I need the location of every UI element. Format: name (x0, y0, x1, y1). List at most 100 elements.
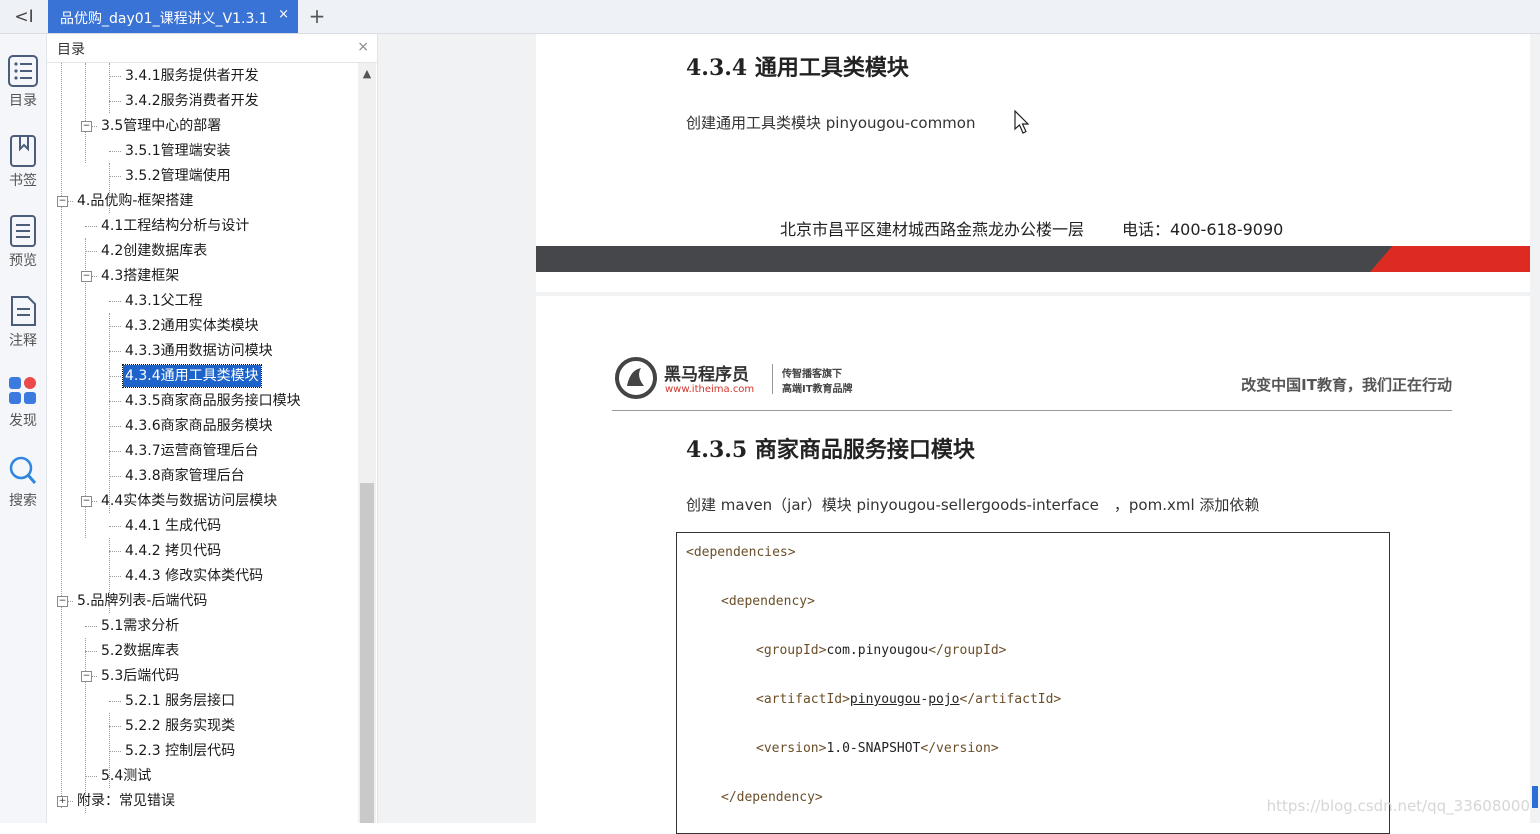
close-outline-icon[interactable]: × (357, 39, 369, 55)
tree-connector (109, 526, 121, 527)
tree-guide (85, 238, 86, 538)
footer-phone: 电话：400-618-9090 (1122, 220, 1284, 239)
outline-item[interactable]: 5.4测试 (99, 765, 153, 787)
rail-bookmark[interactable]: 书签 (0, 134, 46, 204)
scroll-up-icon[interactable]: ▲ (358, 67, 376, 83)
tree-connector (109, 76, 121, 77)
itheima-logo-icon (615, 357, 657, 399)
outline-item[interactable]: 5.2.3 控制层代码 (123, 740, 237, 762)
outline-item[interactable]: 4.2创建数据库表 (99, 240, 209, 262)
rail-search[interactable]: 搜索 (0, 454, 46, 524)
collapse-sidebar-button[interactable]: <I (8, 4, 40, 30)
preview-icon (10, 215, 36, 247)
outline-item[interactable]: 4.品优购-框架搭建 (75, 190, 195, 212)
rail-label-preview: 预览 (9, 253, 37, 269)
outline-item[interactable]: 4.3.2通用实体类模块 (123, 315, 261, 337)
side-rail: 目录 书签 预览 注释 发现 搜索 (0, 34, 47, 823)
collapse-icon[interactable]: − (81, 671, 92, 682)
tree-connector (109, 751, 121, 752)
outline-item[interactable]: 4.3.4通用工具类模块 (122, 364, 262, 388)
outline-item[interactable]: 4.3.3通用数据访问模块 (123, 340, 275, 362)
rail-discover[interactable]: 发现 (0, 374, 46, 444)
document-viewer[interactable]: 4.3.4 通用工具类模块 创建通用工具类模块 pinyougou-common… (378, 34, 1540, 834)
outline-item[interactable]: 3.5.2管理端使用 (123, 165, 233, 187)
code-line: <groupId>com.pinyougou</groupId> (756, 643, 1007, 658)
outline-item[interactable]: 4.3.5商家商品服务接口模块 (123, 390, 303, 412)
outline-item[interactable]: 4.4.1 生成代码 (123, 515, 223, 537)
outline-item[interactable]: 4.3搭建框架 (99, 265, 181, 287)
outline-item[interactable]: 3.5管理中心的部署 (99, 115, 223, 137)
section-heading: 4.3.5 商家商品服务接口模块 (686, 437, 975, 463)
rail-toc[interactable]: 目录 (0, 54, 46, 124)
outline-item[interactable]: 5.3后端代码 (99, 665, 181, 687)
outline-item[interactable]: 3.4.1服务提供者开发 (123, 65, 261, 87)
outline-item[interactable]: 5.2.1 服务层接口 (123, 690, 237, 712)
bookmark-icon (10, 135, 36, 167)
collapse-icon[interactable]: − (81, 496, 92, 507)
document-page: 黑马程序员 www.itheima.com 传智播客旗下 高端IT教育品牌 改变… (536, 296, 1530, 834)
outline-item[interactable]: 4.3.6商家商品服务模块 (123, 415, 275, 437)
tree-connector (109, 551, 121, 552)
outline-tree: 3.4.1服务提供者开发 3.4.2服务消费者开发 3.5管理中心的部署 −3.5.1… (47, 63, 357, 823)
tree-connector (109, 176, 121, 177)
code-line: </dependency> (721, 790, 823, 805)
mouse-cursor-icon (1014, 110, 1030, 134)
collapse-icon[interactable]: − (81, 271, 92, 282)
outline-item[interactable]: 附录：常见错误 (75, 790, 177, 812)
scroll-thumb[interactable] (360, 483, 374, 823)
code-line: <artifactId>pinyougou-pojo</artifactId> (756, 692, 1062, 707)
code-block: <dependencies> <dependency> <groupId>com… (676, 532, 1390, 834)
collapse-icon[interactable]: − (57, 196, 68, 207)
tree-connector (85, 776, 97, 777)
tree-connector (109, 401, 121, 402)
code-line: <dependency> (721, 594, 815, 609)
brand-divider (772, 364, 773, 394)
outline-item[interactable]: 4.1工程结构分析与设计 (99, 215, 251, 237)
tree-connector (85, 651, 97, 652)
rail-preview[interactable]: 预览 (0, 214, 46, 284)
outline-item[interactable]: 4.3.1父工程 (123, 290, 205, 312)
discover-icon (9, 377, 36, 404)
outline-item[interactable]: 3.5.1管理端安装 (123, 140, 233, 162)
collapse-icon[interactable]: − (81, 121, 92, 132)
brand-subtitle: 传智播客旗下 (782, 369, 842, 380)
document-page: 4.3.4 通用工具类模块 创建通用工具类模块 pinyougou-common… (536, 34, 1530, 292)
annotation-icon (11, 296, 36, 326)
outline-item[interactable]: 5.品牌列表-后端代码 (75, 590, 209, 612)
rail-label-bookmark: 书签 (9, 173, 37, 189)
tree-guide (109, 63, 110, 113)
tree-connector (109, 376, 121, 377)
tree-connector (109, 426, 121, 427)
outline-panel: 目录 × 3.4.1服务提供者开发 3.4.2服务消费者开发 3.5管理中心的部署 −… (47, 34, 378, 823)
outline-item[interactable]: 5.2数据库表 (99, 640, 181, 662)
outline-item[interactable]: 4.4实体类与数据访问层模块 (99, 490, 279, 512)
brand-url: www.itheima.com (665, 384, 755, 395)
tree-connector (109, 476, 121, 477)
edge-marker (1532, 786, 1538, 808)
outline-item[interactable]: 3.4.2服务消费者开发 (123, 90, 261, 112)
expand-icon[interactable]: + (57, 796, 68, 807)
tree-connector (109, 301, 121, 302)
document-tab[interactable]: 品优购_day01_课程讲义_V1.3.1 × (48, 0, 298, 33)
rail-annotation[interactable]: 注释 (0, 294, 46, 364)
brand-name: 黑马程序员 (664, 365, 749, 385)
tree-connector (85, 251, 97, 252)
outline-item[interactable]: 4.3.7运营商管理后台 (123, 440, 261, 462)
outline-item[interactable]: 5.2.2 服务实现类 (123, 715, 237, 737)
outline-scrollbar[interactable]: ▲ (358, 63, 376, 823)
outline-item[interactable]: 5.1需求分析 (99, 615, 181, 637)
outline-item[interactable]: 4.4.3 修改实体类代码 (123, 565, 265, 587)
close-tab-icon[interactable]: × (278, 7, 289, 22)
collapse-icon[interactable]: − (57, 596, 68, 607)
paragraph: 创建 maven（jar）模块 pinyougou-sellergoods-in… (686, 496, 1260, 514)
tree-connector (109, 101, 121, 102)
outline-item[interactable]: 4.4.2 拷贝代码 (123, 540, 223, 562)
watermark: https://blog.csdn.net/qq_33608000 (1266, 797, 1530, 815)
tree-connector (85, 226, 97, 227)
new-tab-button[interactable]: + (306, 4, 328, 28)
outline-item[interactable]: 4.3.8商家管理后台 (123, 465, 247, 487)
header-slogan: 改变中国IT教育，我们正在行动 (1241, 376, 1452, 394)
tree-connector (109, 326, 121, 327)
tree-guide (85, 638, 86, 813)
tree-connector (109, 351, 121, 352)
